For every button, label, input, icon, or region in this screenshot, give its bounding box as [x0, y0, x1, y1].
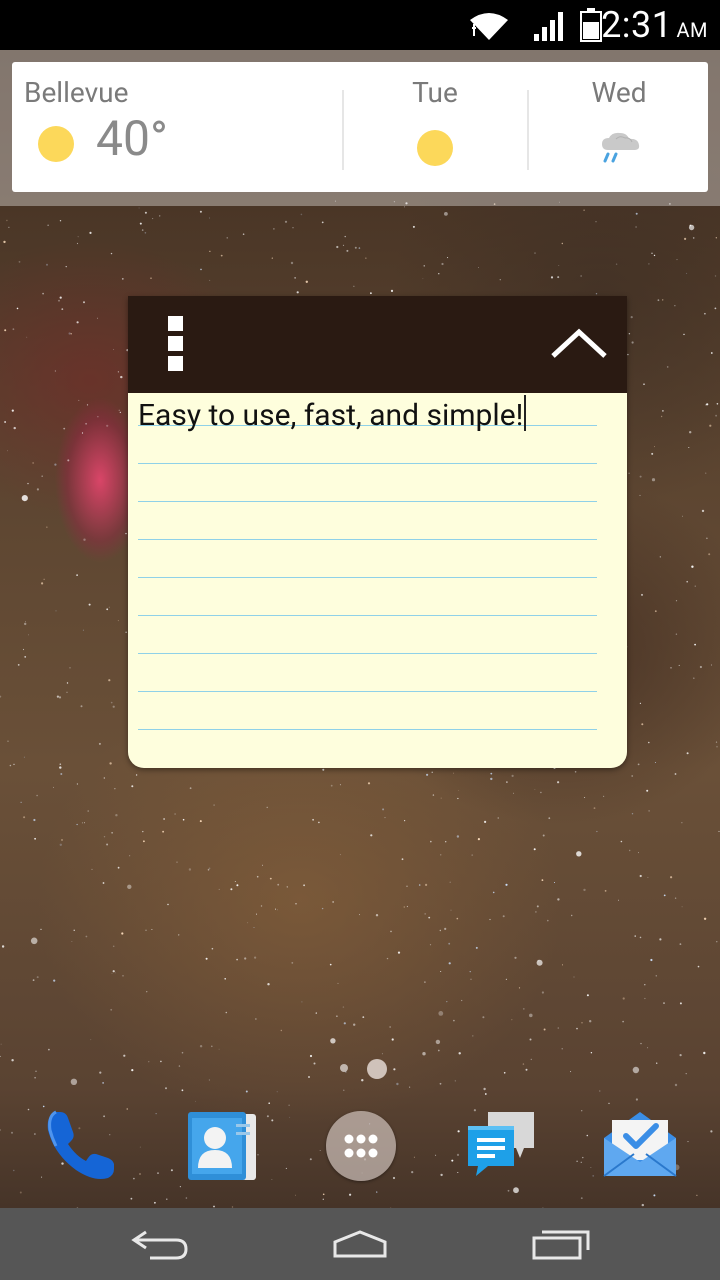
note-text[interactable]: Easy to use, fast, and simple! [138, 395, 527, 433]
app-drawer-icon[interactable] [326, 1111, 396, 1181]
clock-ampm: AM [676, 18, 708, 42]
ruled-line [138, 653, 597, 654]
app-drawer-dots [344, 1134, 378, 1158]
note-header [128, 296, 627, 393]
inbox-icon[interactable] [602, 1108, 678, 1184]
ruled-line [138, 691, 597, 692]
note-widget[interactable]: Easy to use, fast, and simple! [128, 296, 627, 768]
divider [342, 90, 344, 170]
wifi-icon [470, 13, 508, 40]
messaging-icon[interactable] [464, 1108, 540, 1184]
ruled-line [138, 729, 597, 730]
ruled-line [138, 463, 597, 464]
navigation-bar [0, 1208, 720, 1280]
home-icon[interactable] [325, 1222, 395, 1266]
weather-city: Bellevue [24, 76, 129, 109]
clock-time: 2:31 [601, 4, 673, 46]
phone-icon[interactable] [42, 1108, 118, 1184]
weather-widget[interactable]: Bellevue 40° Tue Wed [12, 62, 708, 192]
sun-icon [417, 130, 453, 166]
signal-icon [534, 12, 563, 41]
note-paper[interactable]: Easy to use, fast, and simple! [128, 393, 627, 768]
menu-icon[interactable] [168, 316, 184, 376]
recents-icon[interactable] [526, 1222, 596, 1266]
contacts-icon[interactable] [184, 1108, 260, 1184]
page-indicator-dot-active [367, 1059, 387, 1079]
status-bar: 2:31 AM [0, 0, 720, 50]
note-text-content: Easy to use, fast, and simple! [138, 398, 524, 433]
current-temperature: 40° [96, 110, 168, 167]
rain-cloud-icon [602, 132, 640, 163]
text-cursor [524, 395, 527, 431]
battery-icon [580, 8, 602, 42]
page-indicator-dot [340, 1064, 348, 1072]
chevron-up-icon[interactable] [549, 326, 609, 362]
ruled-line [138, 539, 597, 540]
forecast-day-1: Tue [412, 76, 458, 109]
ruled-line [138, 615, 597, 616]
ruled-line [138, 577, 597, 578]
ruled-line [138, 501, 597, 502]
back-icon[interactable] [124, 1222, 194, 1266]
divider [527, 90, 529, 170]
forecast-day-2: Wed [591, 76, 647, 109]
note-ruled-lines [138, 393, 597, 768]
sun-icon [38, 126, 74, 162]
clock: 2:31 AM [601, 4, 708, 46]
